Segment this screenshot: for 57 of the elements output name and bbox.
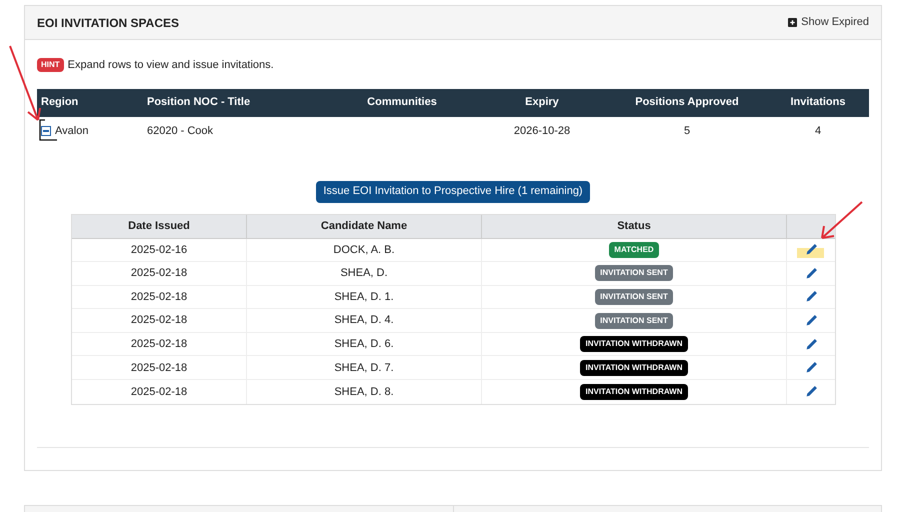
hint-text: Expand rows to view and issue invitations.: [68, 58, 274, 73]
status-badge: INVITATION WITHDRAWN: [580, 384, 688, 400]
table-cell-text: SHEA, D. 6.: [334, 336, 394, 352]
annotation-arrow: [818, 200, 864, 242]
table-cell-text: 2025-02-18: [130, 384, 188, 400]
issue-invitation-button[interactable]: Issue EOI Invitation to Prospective Hire (1 remaining): [316, 180, 590, 202]
table-cell-text: SHEA, D. 1.: [334, 290, 394, 305]
edit-button[interactable]: [804, 361, 818, 374]
status-badge: INVITATION WITHDRAWN: [580, 336, 688, 352]
table-cell-text: DOCK, A. B.: [333, 242, 395, 258]
table-cell-text: 2025-02-18: [130, 290, 188, 305]
status-badge: MATCHED: [609, 242, 659, 258]
column-header: Communities: [366, 95, 438, 110]
column-header: Status: [617, 218, 651, 234]
pencil-icon: [804, 290, 818, 304]
collapse-toggle[interactable]: [41, 126, 51, 136]
table-cell-text: SHEA, D. 7.: [334, 360, 394, 376]
column-header: Invitations: [789, 95, 846, 110]
plus-square-icon: [788, 18, 798, 27]
table-cell-text: 2025-02-16: [130, 242, 188, 258]
pencil-icon: [804, 266, 818, 280]
edit-button[interactable]: [804, 243, 818, 256]
panel-title: EOI INVITATION SPACES: [37, 14, 180, 32]
edit-button[interactable]: [804, 314, 818, 328]
edit-button[interactable]: [804, 338, 818, 351]
table-cell-text: 2025-02-18: [130, 336, 188, 352]
edit-button[interactable]: [804, 385, 818, 398]
column-header: Position NOC - Title: [147, 95, 252, 110]
pencil-icon: [804, 243, 818, 256]
status-badge: INVITATION SENT: [595, 288, 673, 305]
table-cell-text: Avalon: [55, 124, 88, 139]
table-cell-text: 4: [814, 124, 822, 139]
edit-button[interactable]: [804, 290, 818, 304]
status-badge: INVITATION SENT: [595, 265, 673, 282]
column-header: Date Issued: [128, 218, 190, 234]
table-cell-text: 2026-10-28: [512, 124, 572, 139]
pencil-icon: [804, 314, 818, 328]
hint-badge: HINT: [37, 58, 64, 72]
show-expired-button[interactable]: Show Expired: [788, 14, 869, 31]
table-cell-text: 62020 - Cook: [147, 124, 214, 139]
table-cell-text: 2025-02-18: [130, 360, 188, 376]
edit-button[interactable]: [804, 266, 818, 280]
table-cell-text: SHEA, D. 8.: [334, 384, 394, 400]
pencil-icon: [804, 361, 818, 374]
column-header: Positions Approved: [634, 95, 740, 110]
column-header: Region: [40, 95, 80, 110]
status-badge: INVITATION SENT: [595, 312, 673, 329]
pencil-icon: [804, 338, 818, 351]
column-header: Candidate Name: [320, 218, 408, 234]
table-cell-text: 2025-02-18: [130, 313, 188, 328]
status-badge: INVITATION WITHDRAWN: [580, 360, 688, 376]
table-cell-text: 2025-02-18: [130, 266, 188, 282]
table-cell-text: SHEA, D. 4.: [334, 313, 394, 328]
table-cell-text: 5: [682, 124, 692, 139]
pencil-icon: [804, 385, 818, 398]
table-cell-text: SHEA, D.: [340, 266, 388, 282]
column-header: Expiry: [524, 95, 560, 110]
